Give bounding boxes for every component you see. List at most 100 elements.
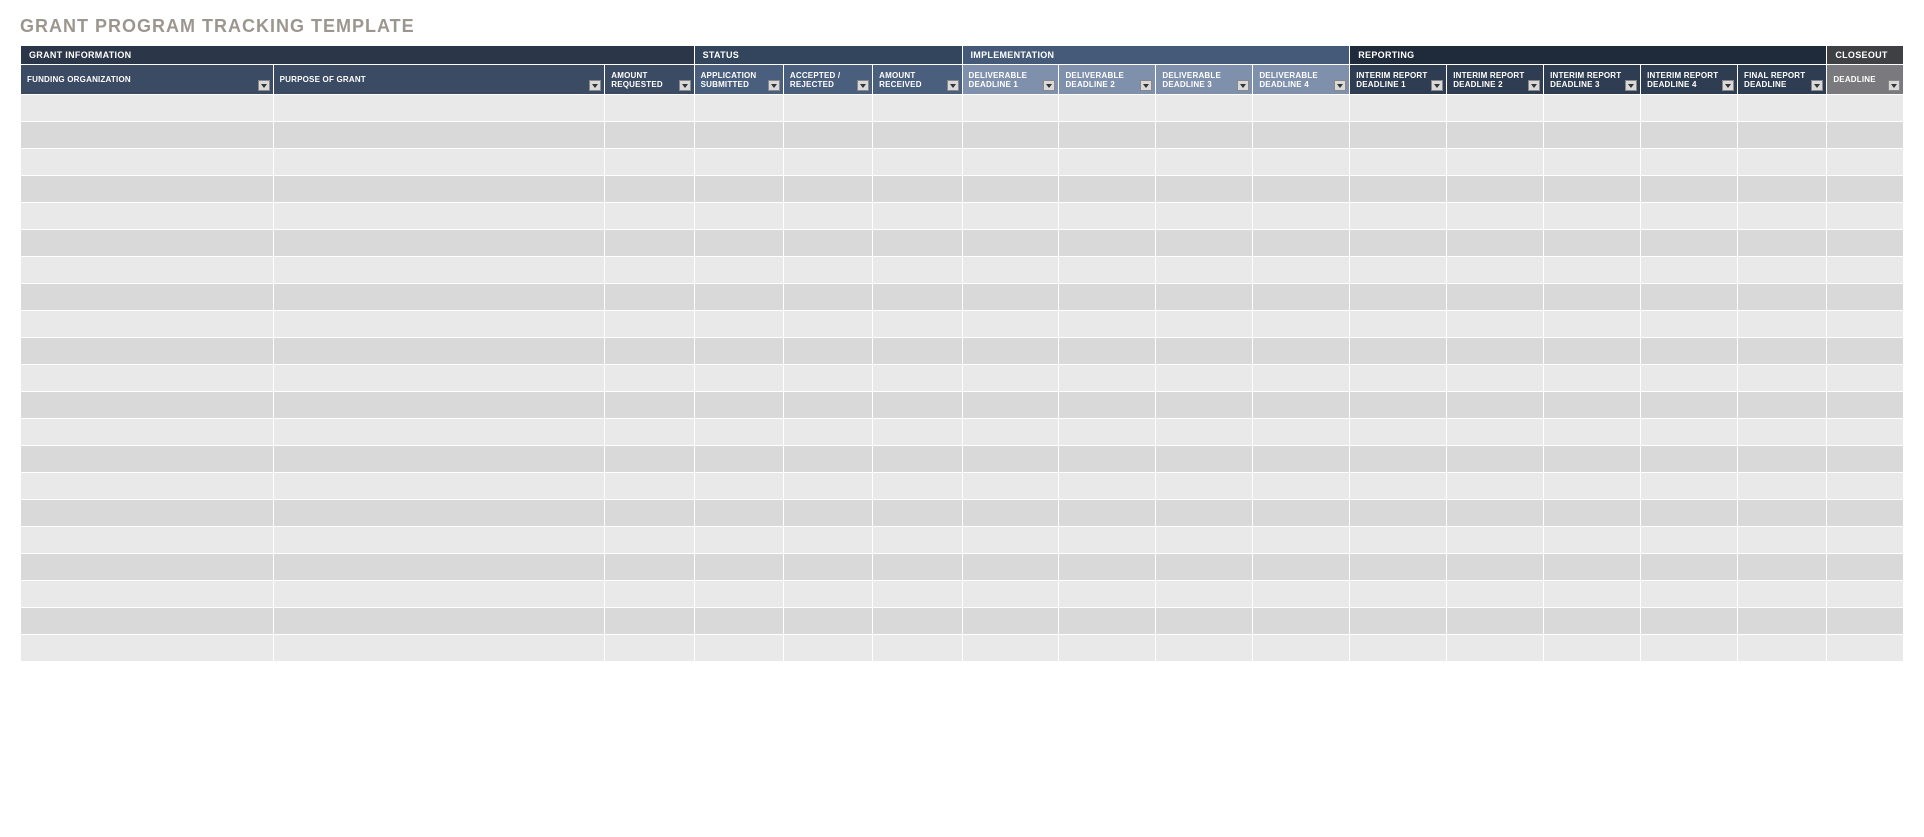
table-cell[interactable] (1641, 446, 1738, 473)
table-cell[interactable] (873, 257, 962, 284)
filter-dropdown-icon[interactable] (1811, 80, 1823, 91)
table-cell[interactable] (873, 203, 962, 230)
table-cell[interactable] (21, 230, 274, 257)
table-cell[interactable] (873, 230, 962, 257)
table-cell[interactable] (873, 149, 962, 176)
table-cell[interactable] (21, 203, 274, 230)
table-cell[interactable] (1447, 635, 1544, 662)
table-cell[interactable] (1253, 95, 1350, 122)
table-cell[interactable] (1827, 284, 1904, 311)
table-cell[interactable] (694, 446, 783, 473)
table-cell[interactable] (962, 635, 1059, 662)
table-cell[interactable] (694, 554, 783, 581)
table-cell[interactable] (1641, 311, 1738, 338)
table-cell[interactable] (1156, 338, 1253, 365)
table-cell[interactable] (1827, 122, 1904, 149)
col-deliverable-1[interactable]: DELIVERABLE DEADLINE 1 (962, 65, 1059, 95)
table-cell[interactable] (21, 176, 274, 203)
table-cell[interactable] (605, 365, 694, 392)
table-cell[interactable] (783, 203, 872, 230)
table-cell[interactable] (694, 635, 783, 662)
table-cell[interactable] (694, 95, 783, 122)
table-cell[interactable] (1827, 500, 1904, 527)
table-cell[interactable] (962, 95, 1059, 122)
table-cell[interactable] (1738, 500, 1827, 527)
table-cell[interactable] (605, 122, 694, 149)
col-deliverable-2[interactable]: DELIVERABLE DEADLINE 2 (1059, 65, 1156, 95)
table-cell[interactable] (1641, 473, 1738, 500)
table-cell[interactable] (783, 527, 872, 554)
table-cell[interactable] (962, 149, 1059, 176)
table-cell[interactable] (1641, 419, 1738, 446)
table-cell[interactable] (1738, 635, 1827, 662)
table-cell[interactable] (783, 419, 872, 446)
table-cell[interactable] (1253, 554, 1350, 581)
table-cell[interactable] (1059, 338, 1156, 365)
table-cell[interactable] (1827, 149, 1904, 176)
col-deliverable-4[interactable]: DELIVERABLE DEADLINE 4 (1253, 65, 1350, 95)
table-cell[interactable] (1641, 554, 1738, 581)
table-cell[interactable] (1156, 365, 1253, 392)
table-cell[interactable] (1544, 365, 1641, 392)
table-cell[interactable] (1253, 527, 1350, 554)
table-cell[interactable] (1641, 203, 1738, 230)
table-cell[interactable] (1253, 581, 1350, 608)
table-cell[interactable] (1738, 176, 1827, 203)
table-cell[interactable] (873, 446, 962, 473)
table-cell[interactable] (694, 203, 783, 230)
col-amount-received[interactable]: AMOUNT RECEIVED (873, 65, 962, 95)
table-cell[interactable] (273, 608, 605, 635)
table-cell[interactable] (21, 608, 274, 635)
filter-dropdown-icon[interactable] (1625, 80, 1637, 91)
table-cell[interactable] (962, 581, 1059, 608)
table-cell[interactable] (783, 473, 872, 500)
table-cell[interactable] (1156, 500, 1253, 527)
table-cell[interactable] (1447, 284, 1544, 311)
table-cell[interactable] (273, 203, 605, 230)
table-cell[interactable] (1350, 311, 1447, 338)
table-cell[interactable] (1544, 203, 1641, 230)
table-cell[interactable] (1253, 230, 1350, 257)
table-cell[interactable] (1156, 473, 1253, 500)
table-cell[interactable] (873, 581, 962, 608)
table-cell[interactable] (1738, 419, 1827, 446)
table-cell[interactable] (605, 149, 694, 176)
table-cell[interactable] (273, 581, 605, 608)
table-cell[interactable] (1447, 365, 1544, 392)
table-cell[interactable] (273, 284, 605, 311)
col-purpose-of-grant[interactable]: PURPOSE OF GRANT (273, 65, 605, 95)
table-cell[interactable] (1156, 554, 1253, 581)
table-cell[interactable] (1447, 257, 1544, 284)
table-cell[interactable] (873, 338, 962, 365)
col-final-report-deadline[interactable]: FINAL REPORT DEADLINE (1738, 65, 1827, 95)
table-cell[interactable] (1253, 176, 1350, 203)
table-cell[interactable] (273, 176, 605, 203)
table-cell[interactable] (1156, 419, 1253, 446)
table-cell[interactable] (783, 176, 872, 203)
table-cell[interactable] (21, 365, 274, 392)
table-cell[interactable] (1059, 500, 1156, 527)
table-cell[interactable] (962, 473, 1059, 500)
table-cell[interactable] (1059, 527, 1156, 554)
table-cell[interactable] (783, 95, 872, 122)
table-cell[interactable] (21, 95, 274, 122)
table-cell[interactable] (1738, 149, 1827, 176)
table-cell[interactable] (873, 500, 962, 527)
table-cell[interactable] (1253, 608, 1350, 635)
table-cell[interactable] (273, 527, 605, 554)
table-cell[interactable] (1253, 392, 1350, 419)
table-cell[interactable] (1738, 392, 1827, 419)
table-cell[interactable] (1738, 284, 1827, 311)
table-cell[interactable] (962, 203, 1059, 230)
table-cell[interactable] (962, 311, 1059, 338)
table-cell[interactable] (273, 122, 605, 149)
table-cell[interactable] (694, 176, 783, 203)
table-cell[interactable] (1156, 284, 1253, 311)
table-cell[interactable] (1447, 608, 1544, 635)
table-cell[interactable] (1350, 149, 1447, 176)
table-cell[interactable] (1641, 581, 1738, 608)
table-cell[interactable] (694, 284, 783, 311)
table-cell[interactable] (1156, 149, 1253, 176)
table-cell[interactable] (1059, 149, 1156, 176)
table-cell[interactable] (1059, 284, 1156, 311)
